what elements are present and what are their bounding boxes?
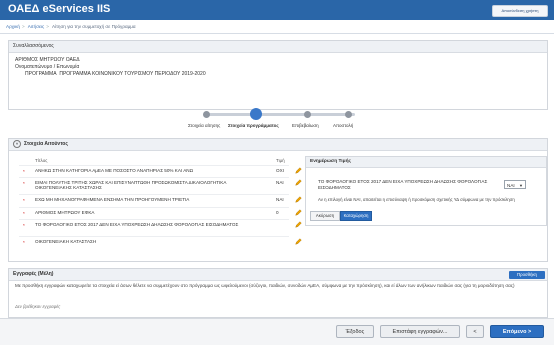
step-2-label: Στοιχεία προγράμματος [228,123,279,128]
answer-selected: ΝΑΙ [507,183,515,188]
pencil-icon[interactable] [295,167,302,174]
previous-button[interactable]: < [466,325,484,338]
logout-button[interactable]: Αποσύνδεση χρήστη [492,5,548,17]
col-value: Τιμή [276,158,285,163]
table-row: * ΑΝΗΚΩ ΣΤΗΝ ΚΑΤΗΓΟΡΙΑ ΑμΕΑ ΜΕ ΠΟΣΟΣΤΟ Α… [19,165,302,177]
cancel-button[interactable]: Ακύρωση [310,211,340,221]
row-value: ΟΧΙ [276,168,284,173]
answer-select[interactable]: ΝΑΙ ▼ [504,180,526,189]
top-bar: ΟΑΕΔ eServices IIS Αποσύνδεση χρήστη [0,0,554,20]
required-mark: * [23,239,25,245]
table-row: * ΑΡΙΘΜΟΣ ΜΗΤΡΩΟΥ ΕΦΚΑ 0 [19,206,302,219]
pencil-icon[interactable] [295,238,302,245]
required-mark: * [23,169,25,174]
criteria-panel-title: Στοιχεία Αιτούντος [24,141,68,147]
row-label: ΤΟ ΦΟΡΟΛΟΓΙΚΟ ΕΤΟΣ 2017 ΔΕΝ ΕΙΧΑ ΥΠΟΧΡΕΩ… [35,221,239,227]
program-label: ΠΡΟΓΡΑΜΜΑ [25,71,57,77]
breadcrumb-current: Αίτηση για την συμμετοχή σε Πρόγραμμα [51,24,136,29]
breadcrumb-home[interactable]: Αρχική [6,24,20,29]
required-mark: * [23,181,25,187]
members-panel-title: Εγγραφές (Μέλη) [9,269,547,281]
required-mark: * [23,222,25,228]
row-label: ΕΙΜΑΙ ΠΟΛΥΤΗΣ ΤΡΙΤΗΣ ΧΩΡΑΣ ΚΑΙ ΕΠΙΣΥΝΑΠΤ… [35,180,227,191]
breadcrumb: Αρχική > Αιτήσεις > Αίτηση για την συμμετο… [6,24,136,29]
applicant-panel: Συναλλασσόμενος ΑΡΙΘΜΟΣ ΜΗΤΡΩΟΥ ΟΑΕΔ Ονο… [8,40,548,110]
row-label: ΟΙΚΟΓΕΝΕΙΑΚΗ ΚΑΤΑΣΤΑΣΗ [35,238,97,244]
required-mark: * [23,210,25,216]
wizard-steps: Στοιχεία αίτησης Στοιχεία προγράμματος Ε… [188,108,365,134]
table-row: * ΤΟ ΦΟΡΟΛΟΓΙΚΟ ΕΤΟΣ 2017 ΔΕΝ ΕΙΧΑ ΥΠΟΧΡ… [19,218,302,236]
app-title: ΟΑΕΔ eServices IIS [8,3,111,15]
row-label: ΑΝΗΚΩ ΣΤΗΝ ΚΑΤΗΓΟΡΙΑ ΑμΕΑ ΜΕ ΠΟΣΟΣΤΟ ΑΝΑ… [35,168,194,173]
breadcrumb-applications[interactable]: Αιτήσεις [28,24,45,29]
table-row: * ΟΙΚΟΓΕΝΕΙΑΚΗ ΚΑΤΑΣΤΑΣΗ [19,235,302,248]
update-value-box: Ενημέρωση Τιμής ΤΟ ΦΟΡΟΛΟΓΙΚΟ ΕΤΟΣ 2017 … [305,156,547,226]
empty-records-text: Δεν βρέθηκαν εγγραφές [15,304,61,309]
row-value: ΝΑΙ [276,197,284,203]
criteria-panel: ˅ Στοιχεία Αιτούντος Τίτλος Τιμή * ΑΝΗΚΩ … [8,138,548,262]
name-label: Ονοματεπώνυμο / Επωνυμία [15,64,80,70]
wizard-track [205,113,355,116]
row-value: ΝΑΙ [276,180,284,186]
exit-button[interactable]: Έξοδος [336,325,374,338]
edit-records-button[interactable]: Επιστάφη εγγραφών... [380,325,460,338]
criteria-table: Τίτλος Τιμή * ΑΝΗΚΩ ΣΤΗΝ ΚΑΤΗΓΟΡΙΑ ΑμΕΑ … [19,156,302,248]
row-label: ΑΡΙΘΜΟΣ ΜΗΤΡΩΟΥ ΕΦΚΑ [35,209,95,215]
table-header: Τίτλος Τιμή [19,156,289,165]
step-3-label: Επιβεβαίωση [292,123,319,128]
members-description: Με προσθήκη εγγραφών καταχωρείτε τα στοι… [15,283,515,288]
save-button[interactable]: Καταχώρηση [340,211,372,221]
footer-bar: Έξοδος Επιστάφη εγγραφών... < Επόμενο > [0,318,554,345]
update-question: ΤΟ ΦΟΡΟΛΟΓΙΚΟ ΕΤΟΣ 2017 ΔΕΝ ΕΙΧΑ ΥΠΟΧΡΕΩ… [318,179,488,190]
program-line: ΠΡΟΓΡΑΜΜΑ ΠΡΟΓΡΑΜΜΑ ΚΟΙΝΩΝΙΚΟΥ ΤΟΥΡΙΣΜΟΥ… [25,71,541,78]
update-value-title: Ενημέρωση Τιμής [306,157,546,168]
required-mark: * [23,198,25,204]
add-member-button[interactable]: Προσθήκη [509,271,545,279]
pencil-icon[interactable] [295,179,302,186]
step-4-label: Αποστολή [333,123,354,128]
pencil-icon[interactable] [295,221,302,228]
pencil-icon[interactable] [295,208,302,216]
collapse-icon[interactable]: ˅ [13,139,21,148]
applicant-panel-title: Συναλλασσόμενος [9,41,547,53]
table-row: * ΕΙΜΑΙ ΠΟΛΥΤΗΣ ΤΡΙΤΗΣ ΧΩΡΑΣ ΚΑΙ ΕΠΙΣΥΝΑ… [19,177,302,194]
registry-label: ΑΡΙΘΜΟΣ ΜΗΤΡΩΟΥ ΟΑΕΔ [15,57,80,63]
criteria-panel-header[interactable]: ˅ Στοιχεία Αιτούντος [9,139,547,151]
members-panel: Εγγραφές (Μέλη) Προσθήκη Με προσθήκη εγγ… [8,268,548,318]
step-2-dot [250,108,262,120]
step-3-dot [304,111,311,118]
program-value: ΠΡΟΓΡΑΜΜΑ ΚΟΙΝΩΝΙΚΟΥ ΤΟΥΡΙΣΜΟΥ ΠΕΡΙΟΔΟΥ … [59,71,206,77]
step-1-label: Στοιχεία αίτησης [188,123,221,128]
next-button[interactable]: Επόμενο > [490,325,544,338]
table-row: * ΕΧΩ ΜΗ ΜΗΧΑΝΟΓΡΑΦΗΜΕΝΑ ΕΝΣΗΜΑ ΤΗΝ ΠΡΟΗ… [19,194,302,206]
step-1-dot [203,111,210,118]
update-note: Αν η επιλογή είναι ΝΑΙ, απαιτείται η επι… [318,197,515,202]
row-label: ΕΧΩ ΜΗ ΜΗΧΑΝΟΓΡΑΦΗΜΕΝΑ ΕΝΣΗΜΑ ΤΗΝ ΠΡΟΗΓΟ… [35,197,190,203]
dropdown-arrow-icon: ▼ [519,183,523,188]
step-4-dot [345,111,352,118]
col-title: Τίτλος [35,158,48,163]
row-value: 0 [276,209,279,215]
divider [0,33,554,34]
pencil-icon[interactable] [295,196,302,203]
